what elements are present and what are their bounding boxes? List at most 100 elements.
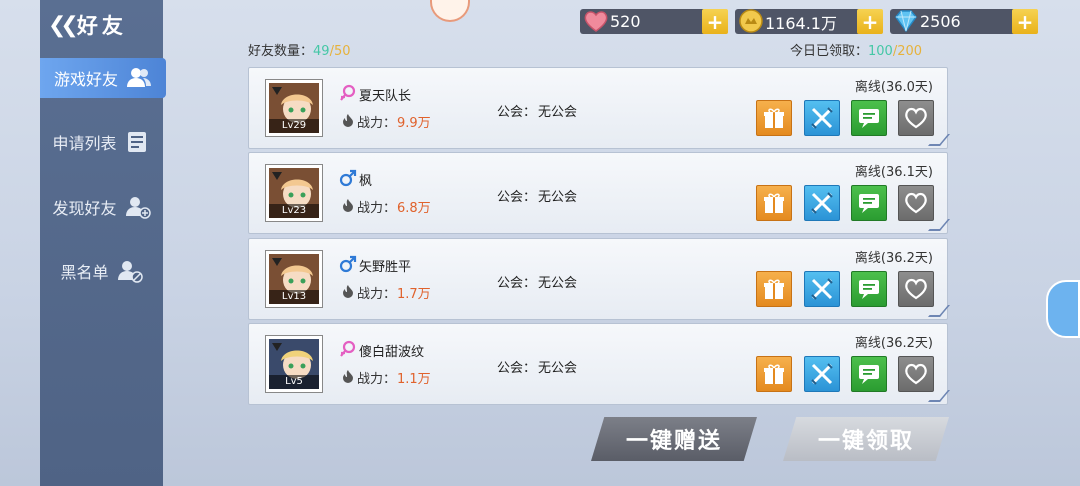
challenge-button[interactable] bbox=[804, 185, 840, 221]
avatar[interactable]: Lv23 bbox=[266, 165, 322, 221]
friend-card: Lv23 枫 战力： 6.8万 公会： 无公会 离线(36.1天) bbox=[248, 152, 948, 234]
level-label: Lv29 bbox=[269, 119, 319, 133]
claim-count-max: 200 bbox=[897, 44, 923, 59]
claim-count-label: 今日已领取： bbox=[790, 44, 869, 59]
sidebar-item-discover[interactable]: 发现好友 bbox=[40, 187, 163, 227]
sidebar-item-label: 游戏好友 bbox=[53, 70, 118, 89]
avatar[interactable]: Lv13 bbox=[266, 251, 322, 307]
female-icon bbox=[340, 340, 356, 357]
gold-value: 1164.1万 bbox=[765, 13, 837, 33]
send-gift-button[interactable] bbox=[756, 356, 792, 392]
heart-outline-icon bbox=[905, 278, 927, 300]
challenge-button[interactable] bbox=[804, 356, 840, 392]
rank-badge-icon bbox=[272, 258, 282, 266]
heart-icon bbox=[584, 11, 608, 32]
friend-count-current: 49 bbox=[313, 44, 330, 59]
send-gift-button[interactable] bbox=[756, 100, 792, 136]
power-label: 战力： bbox=[357, 201, 397, 216]
avatar[interactable]: Lv29 bbox=[266, 80, 322, 136]
male-icon bbox=[339, 169, 357, 187]
chat-button[interactable] bbox=[851, 271, 887, 307]
crossed-swords-icon bbox=[811, 278, 833, 300]
stamina-resource: 520 + bbox=[580, 9, 728, 34]
claim-heart-button[interactable] bbox=[898, 271, 934, 307]
page-title: 好友 bbox=[76, 14, 127, 38]
add-diamond-button[interactable]: + bbox=[1012, 9, 1038, 34]
stamina-value: 520 bbox=[610, 12, 641, 31]
friend-count-label: 好友数量： bbox=[248, 44, 314, 59]
friend-name: 枫 bbox=[359, 174, 373, 189]
diamond-resource: 2506 + bbox=[890, 9, 1038, 34]
friend-name: 傻白甜波纹 bbox=[359, 345, 425, 360]
guild-value: 无公会 bbox=[538, 276, 578, 291]
friend-name: 矢野胜平 bbox=[359, 260, 412, 275]
gift-icon bbox=[764, 193, 784, 213]
level-label: Lv5 bbox=[269, 375, 319, 389]
back-button[interactable]: ❮❮ 好友 bbox=[48, 8, 127, 42]
guild-label: 公会： bbox=[497, 361, 537, 376]
power-value: 6.8万 bbox=[397, 201, 431, 216]
chat-icon bbox=[859, 280, 879, 299]
power-label: 战力： bbox=[357, 372, 397, 387]
chat-button[interactable] bbox=[851, 100, 887, 136]
send-gift-button[interactable] bbox=[756, 271, 792, 307]
chat-button[interactable] bbox=[851, 185, 887, 221]
chat-icon bbox=[859, 194, 879, 213]
challenge-button[interactable] bbox=[804, 100, 840, 136]
power-flame-icon bbox=[343, 114, 353, 127]
double-chevron-left-icon: ❮❮ bbox=[48, 12, 79, 38]
female-icon bbox=[340, 84, 356, 101]
sidebar-item-label: 发现好友 bbox=[52, 199, 117, 218]
power-value: 1.1万 bbox=[397, 372, 431, 387]
heart-outline-icon bbox=[905, 107, 927, 129]
coin-icon bbox=[739, 9, 763, 33]
mascot-icon[interactable] bbox=[430, 0, 470, 22]
rank-badge-icon bbox=[272, 343, 282, 351]
claim-heart-button[interactable] bbox=[898, 356, 934, 392]
friend-card: Lv5 傻白甜波纹 战力： 1.1万 公会： 无公会 离线(36.2天) bbox=[248, 323, 948, 405]
send-all-button[interactable]: 一键赠送 bbox=[591, 417, 757, 461]
add-stamina-button[interactable]: + bbox=[702, 9, 728, 34]
send-gift-button[interactable] bbox=[756, 185, 792, 221]
gift-icon bbox=[764, 364, 784, 384]
gold-resource: 1164.1万 + bbox=[735, 9, 883, 34]
claim-heart-button[interactable] bbox=[898, 100, 934, 136]
avatar[interactable]: Lv5 bbox=[266, 336, 322, 392]
chat-icon bbox=[859, 365, 879, 384]
friend-count-max: 50 bbox=[333, 44, 351, 59]
power-flame-icon bbox=[343, 199, 353, 212]
claim-count: 今日已领取：100/200 bbox=[790, 40, 922, 59]
sidebar-item-game-friends[interactable]: 游戏好友 bbox=[40, 58, 166, 98]
crossed-swords-icon bbox=[811, 107, 833, 129]
level-label: Lv23 bbox=[269, 204, 319, 218]
online-status: 离线(36.0天) bbox=[854, 80, 933, 95]
heart-outline-icon bbox=[905, 192, 927, 214]
sidebar-item-requests[interactable]: 申请列表 bbox=[40, 122, 163, 162]
online-status: 离线(36.2天) bbox=[854, 336, 933, 351]
diamond-icon bbox=[895, 10, 917, 33]
chat-button[interactable] bbox=[851, 356, 887, 392]
claim-count-current: 100 bbox=[868, 44, 893, 59]
friend-count: 好友数量：49/50 bbox=[248, 40, 351, 59]
block-user-icon bbox=[117, 261, 143, 283]
challenge-button[interactable] bbox=[804, 271, 840, 307]
claim-all-button[interactable]: 一键领取 bbox=[783, 417, 949, 461]
male-icon bbox=[339, 255, 357, 273]
guild-value: 无公会 bbox=[538, 190, 578, 205]
friend-card: Lv29 夏天队长 战力： 9.9万 公会： 无公会 离线(36.0天) bbox=[248, 67, 948, 149]
sidebar-item-label: 申请列表 bbox=[52, 134, 117, 153]
heart-outline-icon bbox=[905, 363, 927, 385]
sidebar-item-label: 黑名单 bbox=[60, 263, 109, 282]
sidebar-item-blacklist[interactable]: 黑名单 bbox=[40, 251, 163, 291]
pet-assistant-icon[interactable] bbox=[1046, 280, 1080, 338]
add-gold-button[interactable]: + bbox=[857, 9, 883, 34]
guild-label: 公会： bbox=[497, 105, 537, 120]
guild-label: 公会： bbox=[497, 190, 537, 205]
gift-icon bbox=[764, 108, 784, 128]
crossed-swords-icon bbox=[811, 363, 833, 385]
level-label: Lv13 bbox=[269, 290, 319, 304]
friend-card: Lv13 矢野胜平 战力： 1.7万 公会： 无公会 离线(36.2天) bbox=[248, 238, 948, 320]
rank-badge-icon bbox=[272, 172, 282, 180]
claim-heart-button[interactable] bbox=[898, 185, 934, 221]
power-label: 战力： bbox=[357, 287, 397, 302]
